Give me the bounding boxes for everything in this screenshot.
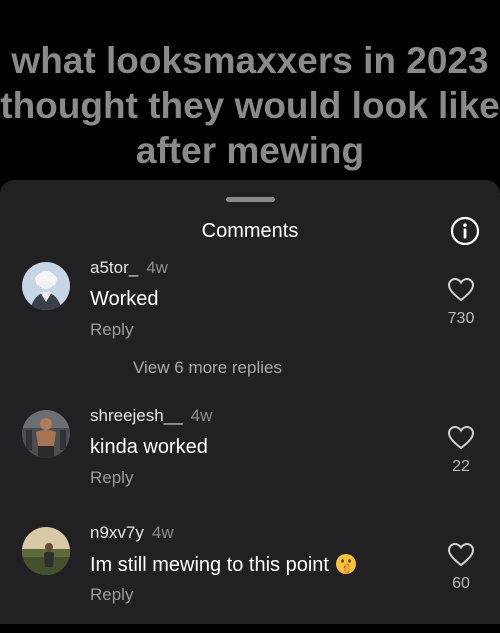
comment-item: a5tor_ 4w Worked Reply 730 [0,258,500,368]
comment-time: 4w [190,406,213,425]
comment-username[interactable]: shreejesh__ [90,406,183,425]
comment-text-row: Im still mewing to this point [90,553,357,581]
comment-item: n9xv7y 4w Im still mewing to this point R… [0,523,500,633]
heart-icon[interactable] [447,542,475,568]
comment-text: Im still mewing to this point [90,554,329,576]
avatar[interactable] [22,527,70,575]
avatar[interactable] [22,410,70,458]
avatar[interactable] [22,262,70,310]
sheet-title: Comments [201,220,299,242]
comment-username[interactable]: a5tor_ [90,258,138,277]
drag-handle[interactable] [226,197,275,202]
comment-time: 4w [146,258,168,277]
shushing-face-emoji [335,553,357,581]
like-count: 730 [447,310,475,327]
video-caption: what looksmaxxers in 2023 thought they w… [0,40,500,171]
reply-button[interactable]: Reply [90,468,133,488]
heart-icon[interactable] [447,277,475,303]
view-more-replies-link[interactable]: View 6 more replies [133,358,282,378]
heart-icon[interactable] [447,425,475,451]
comment-item: shreejesh__ 4w kinda worked Reply 22 [0,406,500,516]
comment-text: kinda worked [90,436,208,458]
like-count: 22 [452,458,470,475]
comments-sheet: Comments a5tor_ 4w Worked Reply 730 View… [0,180,500,624]
comment-username[interactable]: n9xv7y [90,523,144,542]
info-icon[interactable] [450,216,480,246]
comment-text: Worked [90,288,159,310]
comment-time: 4w [151,523,174,542]
reply-button[interactable]: Reply [90,585,133,605]
like-count: 60 [452,575,470,592]
reply-button[interactable]: Reply [90,320,133,340]
